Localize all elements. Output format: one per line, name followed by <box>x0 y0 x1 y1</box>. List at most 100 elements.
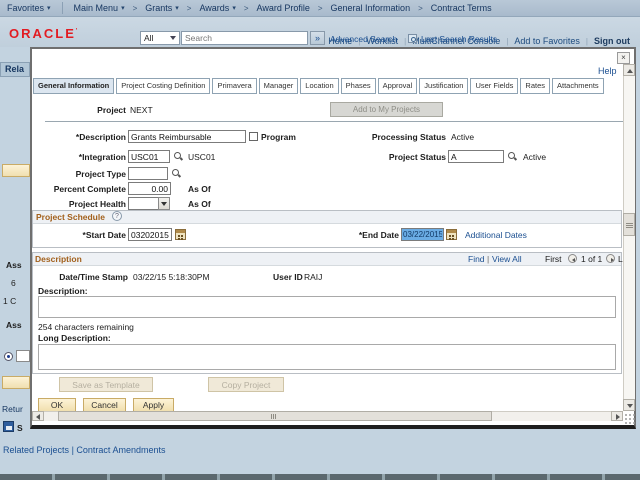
search-scope-value: All <box>144 33 154 43</box>
project-status-lookup-icon[interactable] <box>507 151 518 162</box>
copy-project-button: Copy Project <box>208 377 284 392</box>
additional-dates-link[interactable]: Additional Dates <box>465 230 527 240</box>
last-search-results-link[interactable]: Last Search Results <box>421 34 497 44</box>
radio-button[interactable] <box>4 352 13 361</box>
breadcrumb-favorites[interactable]: Favorites ▾ <box>0 3 58 13</box>
breadcrumb-main-menu[interactable]: Main Menu ▾ <box>67 3 132 13</box>
project-type-lookup-icon[interactable] <box>171 168 182 179</box>
background-save-label: S <box>17 423 23 433</box>
scroll-up-icon[interactable] <box>623 64 635 76</box>
project-type-input[interactable] <box>128 167 168 180</box>
tab-general-information[interactable]: General Information <box>33 78 115 94</box>
previous-row-icon[interactable] <box>568 254 577 263</box>
vertical-scrollbar-thumb[interactable] <box>623 213 635 236</box>
breadcrumb-label: Contract Terms <box>430 3 492 13</box>
dropdown-arrow-icon[interactable] <box>158 197 170 210</box>
background-button-fragment[interactable] <box>2 376 30 389</box>
description-input[interactable] <box>128 130 246 143</box>
integration-input[interactable] <box>128 150 170 163</box>
end-date-input[interactable] <box>401 228 444 241</box>
tab-justification[interactable]: Justification <box>419 78 469 94</box>
breadcrumb-separator: > <box>243 3 249 13</box>
project-status-input[interactable] <box>448 150 504 163</box>
contract-amendments-link[interactable]: Contract Amendments <box>76 445 165 455</box>
link-separator: | <box>506 36 509 46</box>
breadcrumb-contract-terms[interactable]: Contract Terms <box>424 3 499 13</box>
add-to-favorites-link[interactable]: Add to Favorites <box>514 36 580 46</box>
description-textarea-label: Description: <box>38 286 88 296</box>
next-row-icon[interactable] <box>606 254 615 263</box>
find-link[interactable]: Find <box>468 254 485 264</box>
breadcrumb-separator: > <box>186 3 192 13</box>
long-description-textarea[interactable] <box>38 344 616 370</box>
tab-location[interactable]: Location <box>300 78 339 94</box>
description-textarea[interactable] <box>38 296 616 318</box>
integration-description: USC01 <box>188 152 216 162</box>
background-input-fragment[interactable] <box>16 350 30 362</box>
background-text-fragment: 6 <box>11 278 16 288</box>
background-related-tab[interactable]: Rela <box>0 62 30 77</box>
horizontal-scrollbar-thumb[interactable] <box>58 411 492 421</box>
search-scope-dropdown[interactable]: All <box>140 31 180 45</box>
link-separator: | <box>585 36 588 46</box>
help-link[interactable]: Help <box>598 66 617 76</box>
breadcrumb-separator: > <box>132 3 138 13</box>
chevron-down-icon: ▾ <box>47 5 51 12</box>
cancel-button[interactable]: Cancel <box>83 398 126 412</box>
view-all-link[interactable]: View All <box>492 254 522 264</box>
start-date-input[interactable] <box>128 228 172 241</box>
breadcrumb-label: Award Profile <box>256 3 310 13</box>
related-projects-link[interactable]: Related Projects <box>3 445 69 455</box>
breadcrumb-separator: > <box>317 3 323 13</box>
last-search-results-icon <box>408 34 417 43</box>
breadcrumb-grants[interactable]: Grants ▾ <box>138 3 186 13</box>
scroll-right-icon[interactable] <box>611 411 623 421</box>
apply-button[interactable]: Apply <box>133 398 174 412</box>
tab-phases[interactable]: Phases <box>340 78 376 94</box>
project-health-label: Project Health <box>68 199 126 209</box>
end-date-calendar-icon[interactable] <box>446 229 457 240</box>
advanced-search-link[interactable]: Advanced Search <box>330 34 397 44</box>
breadcrumb-label: Awards <box>199 3 230 13</box>
start-date-calendar-icon[interactable] <box>175 229 186 240</box>
breadcrumb-separator: > <box>418 3 423 13</box>
percent-complete-input[interactable] <box>128 182 171 195</box>
long-description-label: Long Description: <box>38 333 111 343</box>
breadcrumb-awards[interactable]: Awards ▾ <box>192 3 242 13</box>
tab-primavera[interactable]: Primavera <box>212 78 257 94</box>
close-icon[interactable]: × <box>617 52 630 64</box>
user-id-label: User ID <box>273 272 303 282</box>
start-date-label: *Start Date <box>82 230 126 240</box>
tab-user-fields[interactable]: User Fields <box>470 78 519 94</box>
ok-button[interactable]: OK <box>38 398 76 412</box>
tab-project-costing-definition[interactable]: Project Costing Definition <box>116 78 211 94</box>
integration-lookup-icon[interactable] <box>173 151 184 162</box>
save-icon[interactable] <box>3 421 14 432</box>
background-assignments-label: Ass <box>6 260 22 270</box>
first-label: First <box>545 254 562 264</box>
breadcrumb-award-profile[interactable]: Award Profile <box>250 3 317 13</box>
background-button-fragment[interactable] <box>2 164 30 177</box>
integration-field-label: *Integration <box>78 152 126 162</box>
tab-rates[interactable]: Rates <box>520 78 550 94</box>
divider <box>45 121 625 122</box>
tab-manager[interactable]: Manager <box>258 78 299 94</box>
scroll-down-icon[interactable] <box>623 399 635 411</box>
description-header <box>33 253 621 266</box>
tab-attachments[interactable]: Attachments <box>552 78 604 94</box>
divider <box>61 2 63 14</box>
vertical-scrollbar[interactable] <box>623 64 635 411</box>
tab-approval[interactable]: Approval <box>377 78 418 94</box>
scroll-left-icon[interactable] <box>32 411 44 421</box>
help-icon[interactable]: ? <box>112 211 122 221</box>
oracle-logo: ORACLE' <box>9 26 80 41</box>
search-go-button[interactable]: » <box>310 31 325 45</box>
sign-out-link[interactable]: Sign out <box>594 36 630 46</box>
as-of-label: As Of <box>188 199 211 209</box>
program-checkbox[interactable] <box>249 132 258 141</box>
search-input[interactable] <box>181 31 308 45</box>
background-return-link[interactable]: Retur <box>2 404 23 414</box>
processing-status-value: Active <box>451 132 475 142</box>
link-separator: | <box>404 36 407 46</box>
breadcrumb-general-information[interactable]: General Information <box>324 3 418 13</box>
